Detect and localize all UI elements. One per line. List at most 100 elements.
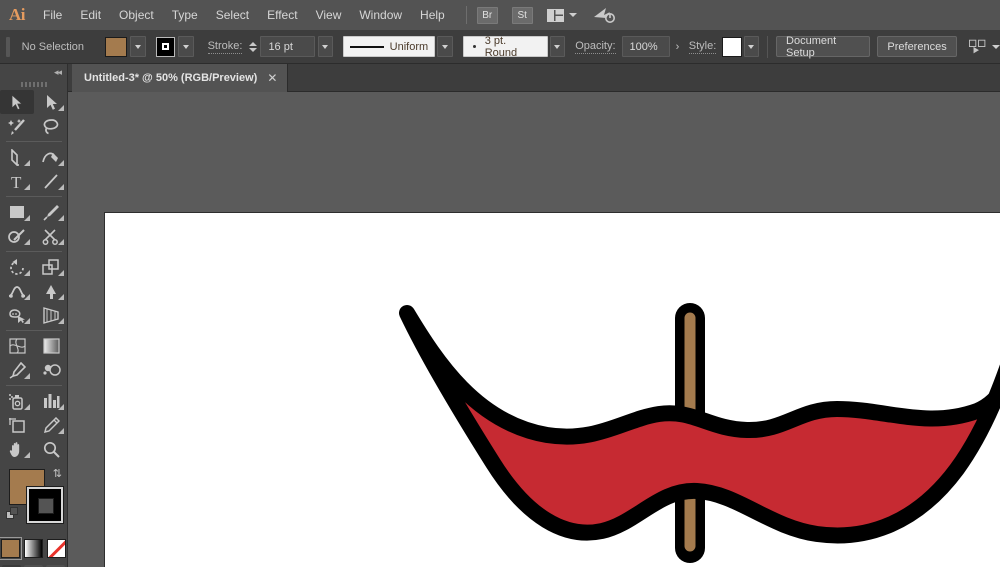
rectangle-tool[interactable] xyxy=(0,200,34,224)
stock-button[interactable]: St xyxy=(512,7,533,24)
scale-tool[interactable] xyxy=(34,255,68,279)
direct-selection-tool[interactable] xyxy=(34,90,68,114)
tools-panel-grip[interactable] xyxy=(0,78,67,90)
default-fill-stroke-icon[interactable] xyxy=(6,507,19,520)
tools-panel-collapse[interactable]: ◂◂ xyxy=(0,64,67,78)
app-logo: Ai xyxy=(0,0,34,30)
stroke-profile-select[interactable]: Uniform xyxy=(343,36,435,57)
align-arrange-icon[interactable] xyxy=(969,39,986,55)
menu-type[interactable]: Type xyxy=(163,0,207,30)
preferences-button[interactable]: Preferences xyxy=(877,36,956,57)
selection-tool[interactable] xyxy=(0,90,34,114)
paintbrush-tool[interactable] xyxy=(34,200,68,224)
gradient-swatch-button[interactable] xyxy=(24,539,43,558)
menu-select[interactable]: Select xyxy=(207,0,258,30)
color-swatch-button[interactable] xyxy=(1,539,20,558)
scissors-eraser-tool[interactable] xyxy=(34,224,68,248)
opacity-flyout-arrow[interactable]: › xyxy=(670,41,685,53)
workspace-layout-icon xyxy=(547,9,564,22)
control-bar: No Selection Stroke: 16 pt Uniform 3 pt.… xyxy=(0,30,1000,64)
shape-builder-tool[interactable] xyxy=(0,303,34,327)
none-swatch-button[interactable] xyxy=(47,539,66,558)
brush-definition-label: 3 pt. Round xyxy=(485,35,541,59)
hand-tool[interactable] xyxy=(0,437,34,461)
zoom-tool[interactable] xyxy=(34,437,68,461)
magic-wand-tool[interactable] xyxy=(0,114,34,138)
uniform-profile-icon xyxy=(350,46,383,48)
stroke-label[interactable]: Stroke: xyxy=(208,40,243,54)
selection-status: No Selection xyxy=(22,41,106,53)
slice-tool[interactable] xyxy=(34,413,68,437)
document-tab-bar: Untitled-3* @ 50% (RGB/Preview) ✕ xyxy=(0,64,1000,92)
collapse-double-chevron-icon: ◂◂ xyxy=(54,67,61,78)
blend-tool[interactable] xyxy=(34,358,68,382)
stroke-weight-stepper[interactable] xyxy=(249,42,257,52)
width-warp-tool[interactable] xyxy=(0,279,34,303)
lasso-tool[interactable] xyxy=(34,114,68,138)
gradient-tool[interactable] xyxy=(34,334,68,358)
mesh-tool[interactable] xyxy=(0,334,34,358)
color-mode-row xyxy=(0,539,67,558)
graphic-style-dropdown[interactable] xyxy=(744,36,760,57)
tool-divider xyxy=(6,385,62,386)
canvas-area[interactable] xyxy=(68,92,1000,567)
stroke-weight-input[interactable]: 16 pt xyxy=(260,36,314,57)
style-label[interactable]: Style: xyxy=(689,40,717,54)
opacity-label[interactable]: Opacity: xyxy=(575,40,615,54)
menu-help[interactable]: Help xyxy=(411,0,454,30)
chevron-down-icon xyxy=(442,45,448,49)
close-icon[interactable]: ✕ xyxy=(267,71,277,85)
opacity-input[interactable]: 100% xyxy=(622,36,671,57)
stroke-swatch-dropdown[interactable] xyxy=(178,36,194,57)
brush-definition-select[interactable]: 3 pt. Round xyxy=(463,36,548,57)
eyedropper-tool[interactable] xyxy=(0,358,34,382)
document-tab[interactable]: Untitled-3* @ 50% (RGB/Preview) ✕ xyxy=(72,64,288,92)
control-bar-grip[interactable] xyxy=(6,37,10,57)
control-divider xyxy=(767,36,768,58)
menu-object[interactable]: Object xyxy=(110,0,163,30)
chevron-down-icon xyxy=(748,45,754,49)
symbol-sprayer-tool[interactable] xyxy=(0,389,34,413)
pen-tool[interactable] xyxy=(0,145,34,169)
chevron-down-icon xyxy=(554,45,560,49)
illustrator-window: Ai File Edit Object Type Select Effect V… xyxy=(0,0,1000,567)
tool-divider xyxy=(6,330,62,331)
stroke-weight-dropdown[interactable] xyxy=(318,36,334,57)
menu-view[interactable]: View xyxy=(307,0,351,30)
brush-definition-dropdown[interactable] xyxy=(550,36,566,57)
align-dropdown-chevron-down-icon[interactable] xyxy=(992,45,1000,49)
stroke-profile-dropdown[interactable] xyxy=(437,36,453,57)
fill-color-swatch[interactable] xyxy=(105,37,127,57)
stepper-up-icon xyxy=(249,42,257,46)
perspective-grid-tool[interactable] xyxy=(34,303,68,327)
artwork-red-flag-banner[interactable] xyxy=(105,213,1000,567)
artboard-tool[interactable] xyxy=(0,413,34,437)
menu-edit[interactable]: Edit xyxy=(71,0,110,30)
line-segment-tool[interactable] xyxy=(34,169,68,193)
document-tab-title: Untitled-3* @ 50% (RGB/Preview) xyxy=(84,72,257,84)
column-graph-tool[interactable] xyxy=(34,389,68,413)
menu-file[interactable]: File xyxy=(34,0,71,30)
menu-divider xyxy=(466,6,467,24)
adobe-cloud-icon[interactable] xyxy=(593,6,615,24)
artboard[interactable] xyxy=(104,212,1000,567)
workspace-switcher[interactable] xyxy=(547,9,577,22)
document-setup-button[interactable]: Document Setup xyxy=(776,36,870,57)
shaper-pencil-tool[interactable] xyxy=(0,224,34,248)
menu-window[interactable]: Window xyxy=(350,0,411,30)
free-transform-tool[interactable] xyxy=(34,279,68,303)
tool-divider xyxy=(6,251,62,252)
rotate-tool[interactable] xyxy=(0,255,34,279)
menu-effect[interactable]: Effect xyxy=(258,0,306,30)
chevron-down-icon xyxy=(569,13,577,17)
fill-swatch-dropdown[interactable] xyxy=(130,36,146,57)
bridge-button[interactable]: Br xyxy=(477,7,498,24)
tools-panel: ◂◂ xyxy=(0,64,68,567)
stroke-color-swatch[interactable] xyxy=(156,37,175,57)
graphic-style-swatch[interactable] xyxy=(722,37,741,57)
curvature-tool[interactable] xyxy=(34,145,68,169)
chevron-down-icon xyxy=(322,45,328,49)
stroke-color-indicator[interactable] xyxy=(27,487,63,523)
swap-fill-stroke-icon[interactable]: ⇅ xyxy=(53,467,62,480)
type-tool[interactable]: T xyxy=(0,169,34,193)
